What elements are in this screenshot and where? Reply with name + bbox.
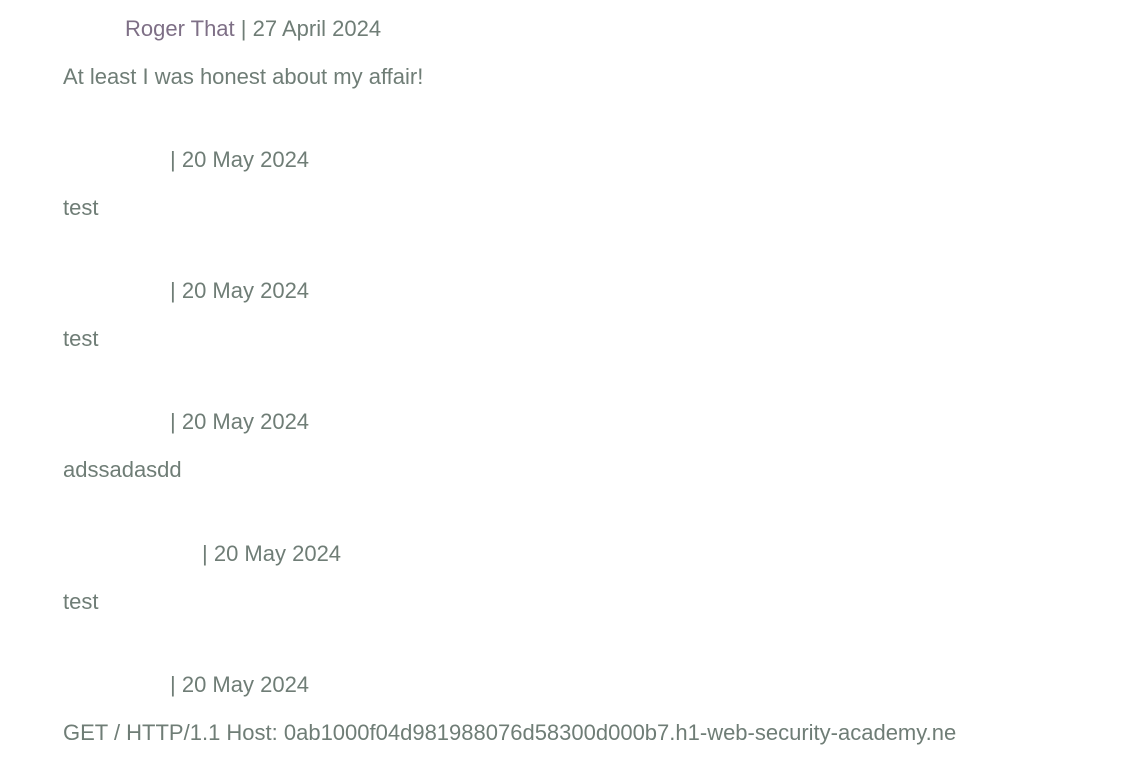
comment-item: | 20 May 2024 adssadasdd xyxy=(63,407,1123,485)
avatar xyxy=(63,276,170,306)
meta-separator: | xyxy=(170,147,176,172)
comment-text: GET / HTTP/1.1 Host: 0ab1000f04d98198807… xyxy=(63,720,957,745)
comment-item: Roger That | 27 April 2024 At least I wa… xyxy=(63,14,1123,92)
meta-separator: | xyxy=(170,278,176,303)
comment-item: | 20 May 2024 test xyxy=(63,539,1123,617)
comment-meta: | 20 May 2024 xyxy=(63,670,1123,700)
comment-item: | 20 May 2024 GET / HTTP/1.1 Host: 0ab10… xyxy=(63,670,1123,748)
comment-item: | 20 May 2024 test xyxy=(63,276,1123,354)
comment-text: adssadasdd xyxy=(63,457,182,482)
avatar xyxy=(63,670,170,700)
meta-separator: | xyxy=(170,409,176,434)
comment-meta: | 20 May 2024 xyxy=(63,145,1123,175)
meta-separator: | xyxy=(170,672,176,697)
avatar xyxy=(63,407,170,437)
comment-date: 20 May 2024 xyxy=(181,147,310,172)
comment-date: 20 May 2024 xyxy=(181,278,310,303)
comment-author: Roger That xyxy=(125,16,235,41)
comment-text: test xyxy=(63,326,99,351)
comment-text: At least I was honest about my affair! xyxy=(63,64,424,89)
comment-date: 20 May 2024 xyxy=(181,672,310,697)
comment-meta: | 20 May 2024 xyxy=(63,407,1123,437)
comment-date: 20 May 2024 xyxy=(213,541,342,566)
avatar xyxy=(63,539,202,569)
meta-separator: | xyxy=(240,16,247,41)
comment-text: test xyxy=(63,589,99,614)
comment-meta: Roger That | 27 April 2024 xyxy=(63,14,1123,44)
avatar xyxy=(63,145,170,175)
comment-item: | 20 May 2024 test xyxy=(63,145,1123,223)
meta-separator: | xyxy=(202,541,208,566)
comment-date: 20 May 2024 xyxy=(181,409,310,434)
comment-text: test xyxy=(63,195,99,220)
comment-meta: | 20 May 2024 xyxy=(63,276,1123,306)
comment-date: 27 April 2024 xyxy=(252,16,382,41)
comment-meta: | 20 May 2024 xyxy=(63,539,1123,569)
avatar xyxy=(63,14,125,44)
